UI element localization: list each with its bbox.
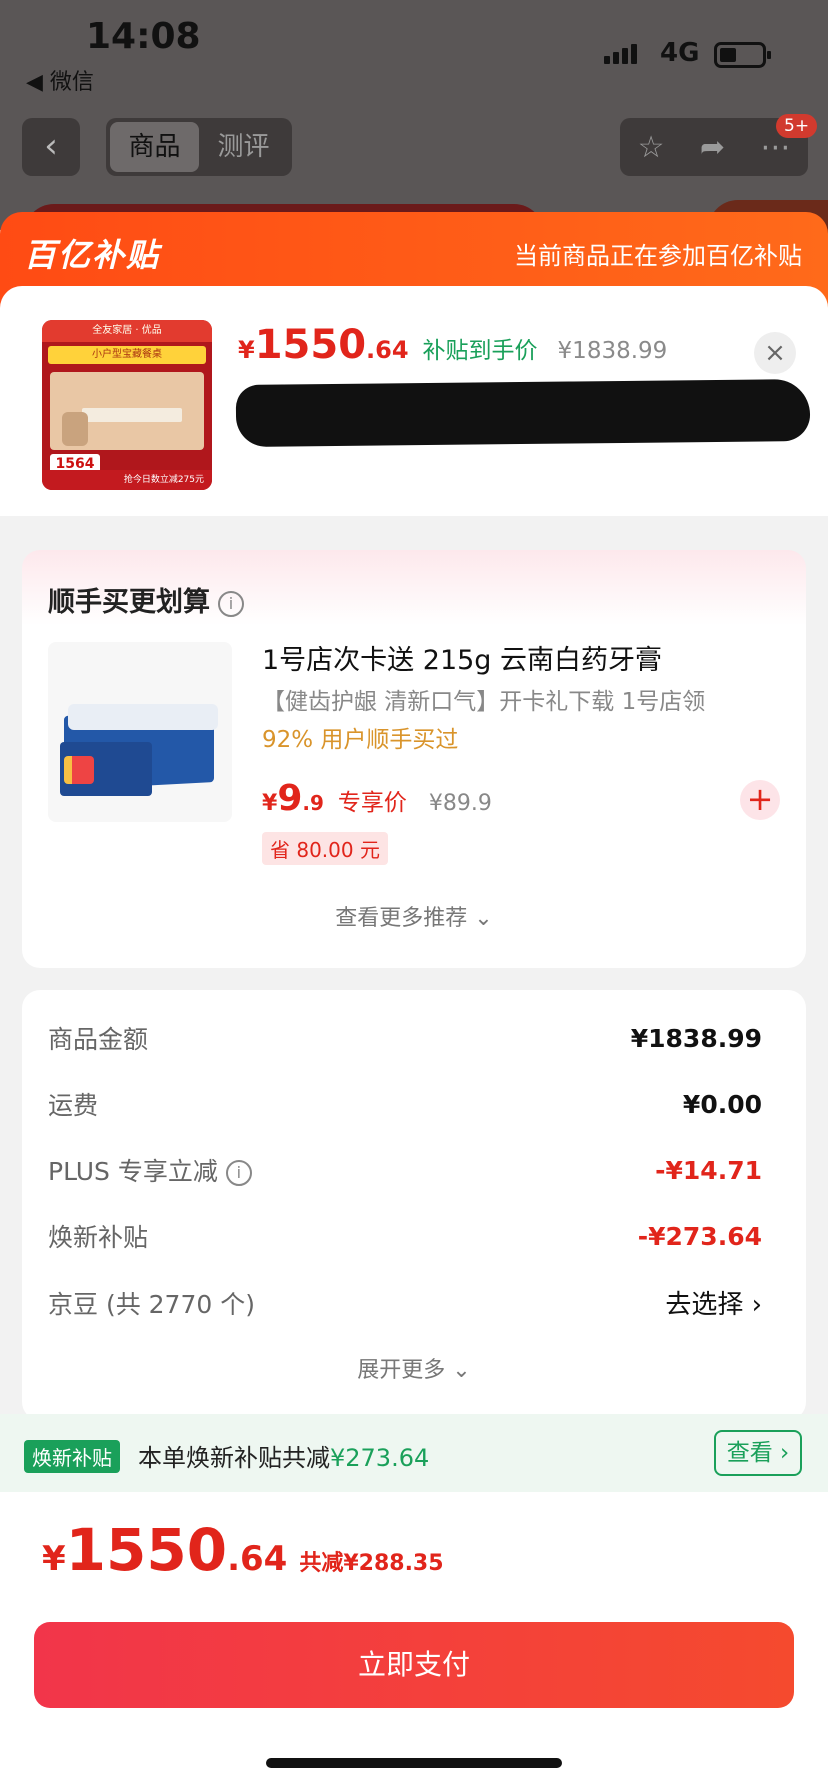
upsell-title: 顺手买更划算 i <box>48 580 244 619</box>
message-badge: 5+ <box>776 114 818 138</box>
upsell-product-image[interactable] <box>48 642 232 822</box>
upsell-buy-rate: 92% 用户顺手买过 <box>262 727 459 753</box>
upsell-original-price: ¥89.9 <box>428 791 492 816</box>
summary-value: -¥14.71 <box>655 1155 762 1185</box>
renew-amount: ¥273.64 <box>330 1444 430 1472</box>
star-icon[interactable]: ☆ <box>638 130 665 165</box>
table-shape <box>82 408 182 422</box>
signal-icon <box>604 44 640 64</box>
view-button[interactable]: 查看 › <box>714 1430 802 1476</box>
summary-row-renew: 焕新补贴 -¥273.64 <box>48 1218 762 1254</box>
add-upsell-button[interactable]: + <box>740 780 780 820</box>
price-tag: 补贴到手价 <box>422 338 538 364</box>
thumb-top-text: 全友家居 · 优品 <box>42 320 212 342</box>
battery-icon <box>714 42 771 68</box>
chair-shape <box>62 412 88 446</box>
subsidy-note: 当前商品正在参加百亿补贴 <box>514 242 802 270</box>
total-price-line: ¥ 1550 .64 共减¥288.35 <box>42 1516 444 1584</box>
upsell-product-name[interactable]: 1号店次卡送 215g 云南白药牙膏 <box>262 638 662 677</box>
info-icon[interactable]: i <box>225 1160 252 1186</box>
summary-row-goods: 商品金额 ¥1838.99 <box>48 1020 762 1056</box>
info-icon[interactable]: i <box>218 590 244 617</box>
toothpaste-tube-shape <box>68 704 218 730</box>
original-price: ¥1838.99 <box>557 338 668 364</box>
back-arrow-icon[interactable]: ‹ <box>22 118 80 176</box>
tab-goods[interactable]: 商品 <box>110 122 199 172</box>
back-to-app-link[interactable]: ◀ 微信 <box>26 64 94 96</box>
price-integer: 1550 <box>254 322 367 368</box>
summary-label: 运费 <box>48 1091 99 1120</box>
summary-row-jingdou[interactable]: 京豆 (共 2770 个) 去选择 › <box>48 1284 762 1321</box>
choose-jingdou-link[interactable]: 去选择 › <box>665 1284 762 1321</box>
summary-label: 京豆 (共 2770 个) <box>48 1289 255 1319</box>
price-symbol: ¥ <box>238 336 255 364</box>
more-recommendations-link[interactable]: 查看更多推荐 ⌄ <box>22 900 806 932</box>
upsell-price-integer: 9 <box>277 778 303 819</box>
close-icon[interactable]: × <box>754 332 796 374</box>
summary-value: ¥0.00 <box>682 1089 762 1119</box>
expand-more-link[interactable]: 展开更多 ⌄ <box>22 1352 806 1384</box>
summary-row-shipping: 运费 ¥0.00 <box>48 1086 762 1122</box>
summary-value: ¥1838.99 <box>630 1023 762 1053</box>
total-save: 共减¥288.35 <box>299 1551 444 1576</box>
renew-tag: 焕新补贴 <box>24 1440 120 1473</box>
status-bar: 14:08 ◀ 微信 4G <box>0 0 828 100</box>
divider <box>20 516 808 528</box>
upsell-price-label: 专享价 <box>337 790 407 816</box>
upsell-product-desc: 【健齿护龈 清新口气】开卡礼下载 1号店领 <box>262 689 706 715</box>
share-icon[interactable]: ➦ <box>700 130 725 165</box>
product-card: 全友家居 · 优品 小户型宝藏餐桌 1564 抢今日数立减275元 ¥ 1550… <box>0 286 828 516</box>
thumb-band-text: 小户型宝藏餐桌 <box>48 346 206 364</box>
tab-review[interactable]: 测评 <box>199 122 288 172</box>
total-symbol: ¥ <box>42 1539 66 1579</box>
product-price-line: ¥ 1550 .64 补贴到手价 ¥1838.99 <box>238 322 667 368</box>
gift-icon <box>64 756 94 784</box>
subsidy-logo: 百亿补贴 <box>24 236 161 274</box>
upsell-section: 顺手买更划算 i 1号店次卡送 215g 云南白药牙膏 【健齿护龈 清新口气】开卡… <box>22 550 806 968</box>
cost-summary: 商品金额 ¥1838.99 运费 ¥0.00 PLUS 专享立减 i -¥14.7… <box>22 990 806 1420</box>
upsell-price-symbol: ¥ <box>262 791 278 816</box>
network-label: 4G <box>660 38 700 68</box>
upsell-save-tag: 省 80.00 元 <box>262 832 388 865</box>
redacted-address <box>235 378 811 448</box>
renew-subsidy-bar: 焕新补贴 本单焕新补贴共减¥273.64 查看 › <box>0 1414 828 1492</box>
total-decimal: .64 <box>227 1539 288 1579</box>
price-decimal: .64 <box>366 336 409 364</box>
total-integer: 1550 <box>65 1516 228 1584</box>
product-thumbnail[interactable]: 全友家居 · 优品 小户型宝藏餐桌 1564 抢今日数立减275元 <box>42 320 212 490</box>
upsell-price-line: ¥ 9 .9 专享价 ¥89.9 <box>262 778 492 819</box>
summary-label: 焕新补贴 <box>48 1223 149 1252</box>
renew-text: 本单焕新补贴共减¥273.64 <box>138 1444 430 1472</box>
summary-value: -¥273.64 <box>637 1221 762 1251</box>
thumb-bottom-text: 抢今日数立减275元 <box>42 470 212 490</box>
home-indicator[interactable] <box>266 1758 562 1768</box>
pay-area: ¥ 1550 .64 共减¥288.35 立即支付 <box>0 1492 828 1792</box>
upsell-price-decimal: .9 <box>302 791 324 815</box>
summary-label: PLUS 专享立减 i <box>48 1152 252 1188</box>
pay-now-button[interactable]: 立即支付 <box>34 1622 794 1708</box>
summary-row-plus: PLUS 专享立减 i -¥14.71 <box>48 1152 762 1188</box>
product-tabs: 商品 测评 <box>106 118 292 176</box>
status-time: 14:08 <box>86 16 201 57</box>
summary-label: 商品金额 <box>48 1025 149 1054</box>
